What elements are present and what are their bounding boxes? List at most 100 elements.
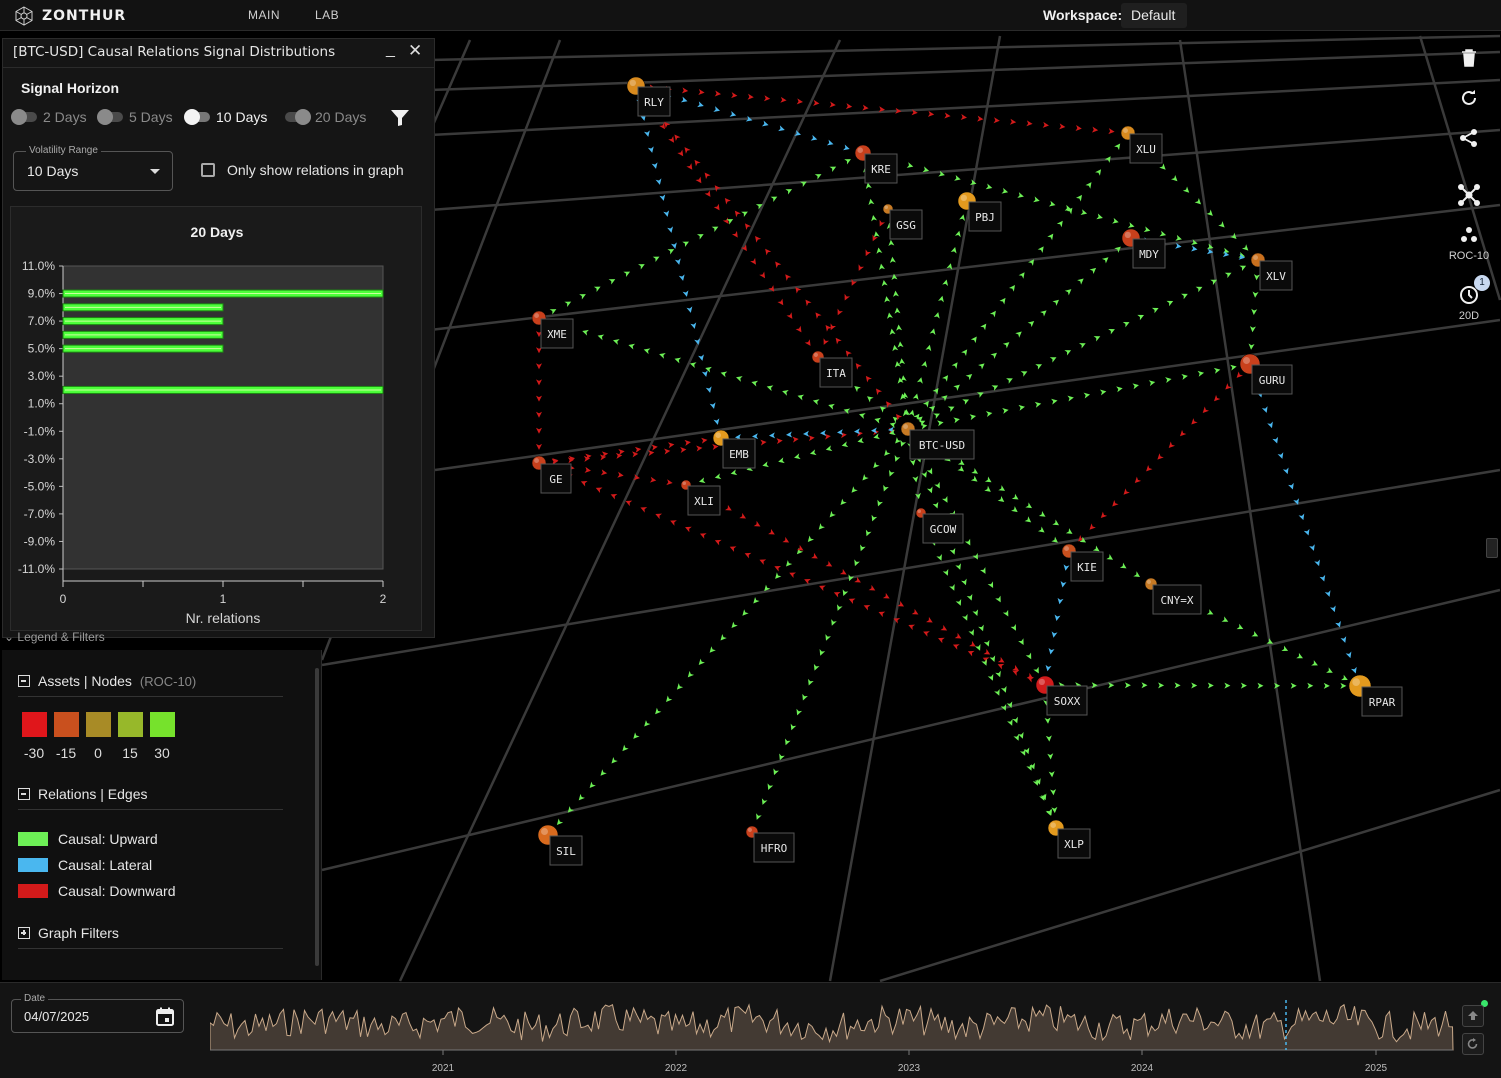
date-picker[interactable]: Date 04/07/2025 bbox=[11, 993, 184, 1033]
reset-button[interactable] bbox=[1462, 1033, 1484, 1055]
calendar-icon[interactable] bbox=[156, 1007, 174, 1026]
edge-arrow bbox=[989, 655, 996, 663]
nav-main[interactable]: MAIN bbox=[248, 8, 280, 22]
edge-arrow bbox=[1159, 230, 1167, 237]
node-emb[interactable]: EMB bbox=[712, 429, 756, 469]
node-ge[interactable]: GE bbox=[531, 455, 572, 494]
edge-arrow bbox=[957, 459, 965, 466]
edge-arrow bbox=[670, 242, 677, 249]
edge-arrow bbox=[912, 475, 919, 483]
edge-arrow bbox=[1037, 526, 1045, 533]
toggle-5-days[interactable]: 5 Days bbox=[97, 109, 173, 125]
refresh-button[interactable] bbox=[1456, 85, 1482, 111]
edge-arrow bbox=[831, 619, 837, 626]
edge-arrow bbox=[940, 624, 948, 631]
edge-arrow bbox=[1075, 125, 1082, 131]
assets-section-header[interactable]: Assets | Nodes (ROC-10) bbox=[18, 673, 196, 689]
edge-arrow bbox=[713, 106, 720, 112]
nav-lab[interactable]: LAB bbox=[315, 8, 339, 22]
node-highlight bbox=[813, 352, 819, 357]
node-gsg[interactable]: GSG bbox=[882, 203, 923, 240]
share-button[interactable] bbox=[1456, 125, 1482, 151]
toggle-2-days[interactable]: 2 Days bbox=[11, 109, 87, 125]
edge-arrow bbox=[961, 349, 968, 356]
edge-arrow bbox=[978, 624, 984, 632]
edge-arrow bbox=[819, 649, 826, 656]
edge-arrow bbox=[564, 301, 572, 308]
node-highlight bbox=[715, 432, 721, 439]
close-button[interactable]: ✕ bbox=[408, 41, 422, 61]
timeline-chart[interactable]: 2021 2022 2023 2024 2025 bbox=[210, 998, 1455, 1076]
node-xlv[interactable]: XLV bbox=[1250, 252, 1293, 291]
node-guru[interactable]: GURU bbox=[1239, 353, 1293, 395]
edge-arrow bbox=[1077, 278, 1084, 285]
edge-arrow bbox=[1309, 544, 1315, 551]
signal-distribution-panel: [BTC-USD] Causal Relations Signal Distri… bbox=[2, 38, 435, 638]
edge-arrow bbox=[823, 338, 829, 345]
edge-arrow bbox=[667, 226, 674, 233]
edge-arrow bbox=[1024, 516, 1032, 523]
edge-arrow bbox=[1018, 404, 1025, 411]
edge-arrow bbox=[947, 406, 955, 412]
node-rpar[interactable]: RPAR bbox=[1348, 674, 1403, 717]
edge-arrow bbox=[704, 190, 711, 197]
edge-arrow bbox=[696, 445, 703, 452]
roc-metric-button[interactable] bbox=[1456, 222, 1482, 248]
delete-button[interactable] bbox=[1456, 45, 1482, 71]
edge-arrow bbox=[777, 298, 784, 306]
node-hfro[interactable]: HFRO bbox=[745, 825, 795, 863]
edge-arrow bbox=[731, 230, 738, 238]
edge-arrow bbox=[1080, 209, 1088, 216]
toggle-10-days[interactable]: 10 Days bbox=[184, 109, 267, 125]
scale-label: 30 bbox=[154, 745, 170, 761]
edge-arrow bbox=[1127, 222, 1135, 228]
edge-arrow bbox=[687, 670, 695, 678]
edge-KIE-SOXX bbox=[1045, 564, 1070, 672]
node-soxx[interactable]: SOXX bbox=[1035, 675, 1088, 716]
edge-arrow bbox=[1119, 562, 1127, 569]
filter-icon[interactable] bbox=[390, 109, 410, 127]
node-xli[interactable]: XLI bbox=[680, 479, 721, 516]
edge-arrow bbox=[666, 695, 673, 702]
trash-icon bbox=[1462, 49, 1476, 67]
edge-arrow bbox=[666, 479, 673, 486]
toggle-track bbox=[11, 109, 37, 125]
horizon-label: 20D bbox=[1458, 310, 1480, 322]
edge-arrow bbox=[582, 329, 589, 336]
edge-arrow bbox=[908, 409, 915, 417]
edge-arrow bbox=[961, 578, 967, 586]
y-tick-label: -3.0% bbox=[24, 452, 56, 466]
edge-arrow bbox=[998, 485, 1006, 491]
brand-logo[interactable]: ZONTHUR bbox=[14, 6, 126, 26]
node-xlp[interactable]: XLP bbox=[1047, 819, 1091, 859]
edge-arrow bbox=[872, 234, 878, 242]
legend-tab[interactable]: ⌄ Legend & Filters bbox=[4, 630, 105, 644]
node-ita[interactable]: ITA bbox=[811, 350, 853, 388]
relations-section-header[interactable]: Relations | Edges bbox=[18, 786, 147, 802]
grid-floor bbox=[320, 34, 1501, 982]
node-label: SOXX bbox=[1054, 695, 1081, 708]
upload-button[interactable] bbox=[1462, 1005, 1484, 1027]
minimize-button[interactable]: _ bbox=[386, 41, 395, 59]
graph-filters-header[interactable]: Graph Filters bbox=[18, 925, 119, 941]
node-cny-x[interactable]: CNY=X bbox=[1144, 577, 1202, 615]
edge-arrow bbox=[1095, 169, 1102, 176]
node-gcow[interactable]: GCOW bbox=[915, 507, 964, 544]
toggle-20-days[interactable]: 20 Days bbox=[285, 109, 366, 125]
node-pbj[interactable]: PBJ bbox=[957, 191, 1002, 232]
node-sil[interactable]: SIL bbox=[537, 824, 583, 866]
only-relations-checkbox[interactable] bbox=[201, 163, 215, 177]
edge-arrow bbox=[888, 469, 895, 477]
edge-arrow bbox=[652, 256, 660, 263]
volatility-range-select[interactable]: Volatility Range 10 Days bbox=[13, 145, 173, 191]
top-bar: ZONTHUR MAIN LAB Workspace: Default bbox=[0, 0, 1501, 31]
network-layout-button[interactable] bbox=[1456, 182, 1482, 208]
edge-arrow bbox=[1001, 187, 1009, 194]
workspace-select[interactable]: Default bbox=[1121, 3, 1187, 28]
edge-arrow bbox=[955, 599, 962, 606]
edge-BTC-USD-SOXX bbox=[911, 439, 1039, 674]
edge-arrow bbox=[1063, 564, 1070, 571]
legend-scrollbar[interactable] bbox=[315, 668, 319, 966]
node-btc-usd[interactable]: BTC-USD bbox=[900, 421, 975, 460]
drag-handle-icon[interactable] bbox=[1486, 538, 1498, 558]
